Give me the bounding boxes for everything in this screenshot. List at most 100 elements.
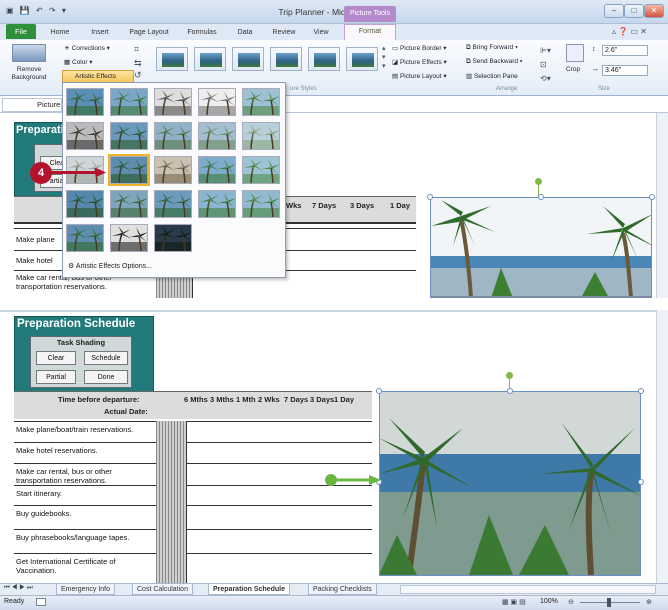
remove-background-button[interactable]: Remove Background (4, 66, 54, 82)
picture-border-button[interactable]: ▭ Picture Border ▾ (392, 44, 447, 52)
done-button[interactable]: Done (84, 370, 128, 384)
picture-style-thumb[interactable] (270, 47, 302, 71)
resize-handle[interactable] (649, 194, 655, 200)
artistic-effect-thumb[interactable] (198, 190, 236, 218)
artistic-effect-thumb[interactable] (108, 154, 150, 186)
picture-style-thumb[interactable] (156, 47, 188, 71)
table-row[interactable]: Get International Certificate of Vaccina… (14, 553, 372, 577)
artistic-effect-thumb[interactable] (66, 122, 104, 150)
macro-record-icon[interactable] (36, 598, 46, 606)
tab-formulas[interactable]: Formulas (180, 26, 224, 40)
schedule-button[interactable]: Schedule (84, 351, 128, 365)
zoom-out-icon[interactable]: ⊖ (568, 598, 574, 606)
height-field[interactable]: 2.6" (602, 45, 648, 56)
align-icon[interactable]: ⊫▾ ⊡ ⟲▾ (540, 44, 551, 86)
clear-button[interactable]: Clear (36, 351, 76, 365)
zoom-slider-thumb[interactable] (607, 598, 611, 607)
tab-data[interactable]: Data (230, 26, 260, 40)
tab-view[interactable]: View (306, 26, 336, 40)
sheet-tab-cost-calculation[interactable]: Cost Calculation (132, 584, 193, 595)
rotate-handle[interactable] (506, 372, 513, 379)
artistic-effects-options[interactable]: ⚙ Artistic Effects Options... (68, 262, 152, 270)
tab-format[interactable]: Format (344, 24, 396, 40)
vertical-scrollbar[interactable] (656, 113, 668, 298)
remove-background-icon[interactable] (12, 44, 46, 62)
name-box[interactable]: Picture (2, 98, 62, 112)
picture-effects-button[interactable]: ◪ Picture Effects ▾ (392, 58, 447, 66)
resize-handle[interactable] (638, 479, 644, 485)
view-buttons-icon[interactable]: ▦ ▣ ▤ (502, 598, 526, 606)
change-picture-icon[interactable]: ⇆ (134, 58, 142, 69)
table-row[interactable]: Make hotel reservations. (14, 442, 372, 463)
tab-home[interactable]: Home (42, 26, 78, 40)
resize-handle[interactable] (376, 388, 382, 394)
minimize-icon[interactable]: – (604, 4, 624, 18)
shaded-cells (156, 421, 186, 583)
compress-pictures-icon[interactable]: ⌗ (134, 44, 139, 55)
artistic-effect-thumb[interactable] (66, 224, 104, 252)
resize-handle[interactable] (427, 194, 433, 200)
styles-scroll-icon[interactable]: ▴ ▾ ▾ (382, 44, 386, 71)
color-button[interactable]: ▦ Color ▾ (64, 58, 93, 66)
zoom-in-icon[interactable]: ⊕ (646, 598, 652, 606)
column-headers: 6 Mths 3 Mths 1 Mth 2 Wks 7 Days 3 Days 1 Day (184, 395, 372, 405)
column-header: 2 Wks (258, 395, 280, 404)
picture-style-thumb[interactable] (346, 47, 378, 71)
picture-layout-button[interactable]: ▤ Picture Layout ▾ (392, 72, 447, 80)
send-backward-button[interactable]: ⧉ Send Backward ▾ (466, 58, 523, 66)
help-icon[interactable]: ▵ ❓ ▭ ✕ (612, 27, 647, 36)
selection-frame (430, 197, 652, 298)
artistic-effect-thumb[interactable] (154, 88, 192, 116)
picture-style-thumb[interactable] (232, 47, 264, 71)
table-row[interactable]: Make car rental, bus or other transporta… (14, 463, 372, 485)
artistic-effect-thumb[interactable] (66, 190, 104, 218)
table-row[interactable]: Buy guidebooks. (14, 505, 372, 529)
rotate-handle[interactable] (535, 178, 542, 185)
tab-file[interactable]: File (6, 24, 36, 39)
corrections-button[interactable]: ☀ Corrections ▾ (64, 44, 110, 52)
width-field[interactable]: 3.46" (602, 65, 648, 76)
resize-handle[interactable] (638, 388, 644, 394)
horizontal-scrollbar[interactable] (400, 585, 656, 594)
artistic-effect-thumb[interactable] (198, 156, 236, 184)
artistic-effect-thumb[interactable] (242, 122, 280, 150)
artistic-effect-thumb[interactable] (154, 156, 192, 184)
sheet-nav-icons[interactable]: ⏮ ◀ ▶ ⏭ (4, 584, 33, 592)
artistic-effect-thumb[interactable] (154, 190, 192, 218)
artistic-effect-thumb[interactable] (66, 88, 104, 116)
artistic-effect-thumb[interactable] (242, 190, 280, 218)
table-row[interactable]: Make plane/boat/train reservations. (14, 421, 372, 442)
tab-insert[interactable]: Insert (82, 26, 118, 40)
partial-button[interactable]: Partial (36, 370, 76, 384)
resize-handle[interactable] (538, 194, 544, 200)
picture-style-thumb[interactable] (194, 47, 226, 71)
sheet-tab-emergency-info[interactable]: Emergency Info (56, 584, 116, 595)
vertical-scrollbar[interactable] (656, 310, 668, 583)
table-row[interactable]: Buy phrasebooks/language tapes. (14, 529, 372, 553)
artistic-effect-thumb[interactable] (198, 88, 236, 116)
artistic-effect-thumb[interactable] (154, 224, 192, 252)
maximize-icon[interactable]: □ (624, 4, 644, 18)
tab-review[interactable]: Review (266, 26, 302, 40)
artistic-effect-thumb[interactable] (110, 88, 148, 116)
table-row[interactable]: Start itinerary. (14, 485, 372, 505)
picture-style-thumb[interactable] (308, 47, 340, 71)
crop-icon[interactable] (566, 44, 584, 62)
sheet-tab-packing-checklists[interactable]: Packing Checklists (308, 584, 377, 595)
close-icon[interactable]: ✕ (644, 4, 664, 18)
artistic-effect-thumb[interactable] (110, 122, 148, 150)
reset-picture-icon[interactable]: ↺ (134, 70, 142, 81)
artistic-effect-thumb[interactable] (242, 156, 280, 184)
sheet-tab-preparation-schedule[interactable]: Preparation Schedule (208, 584, 290, 595)
artistic-effect-thumb[interactable] (242, 88, 280, 116)
artistic-effect-thumb[interactable] (110, 224, 148, 252)
artistic-effect-thumb[interactable] (110, 190, 148, 218)
tab-page-layout[interactable]: Page Layout (124, 26, 174, 40)
bring-forward-button[interactable]: ⧉ Bring Forward ▾ (466, 44, 518, 52)
artistic-effect-thumb[interactable] (198, 122, 236, 150)
artistic-effect-thumb[interactable] (154, 122, 192, 150)
resize-handle[interactable] (507, 388, 513, 394)
crop-button[interactable]: Crop (566, 66, 580, 73)
selection-pane-button[interactable]: ▥ Selection Pane (466, 72, 518, 80)
task-label: Start itinerary. (16, 489, 63, 498)
